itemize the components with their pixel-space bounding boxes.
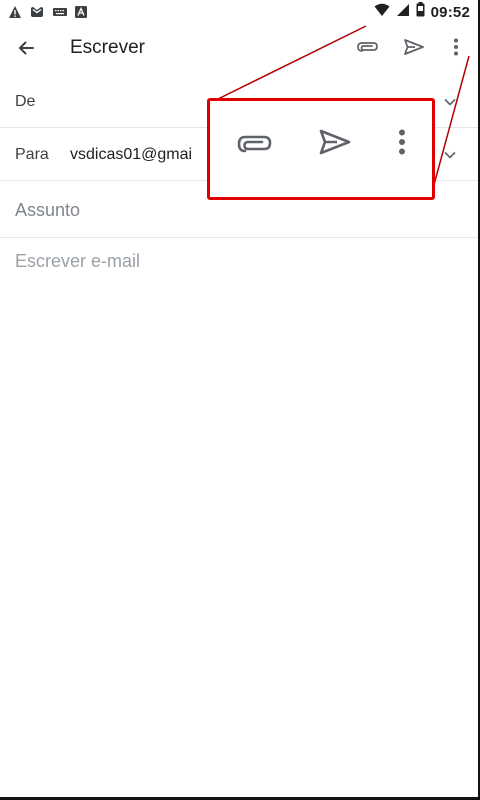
send-button[interactable] [401, 34, 427, 60]
to-label: Para [15, 146, 49, 163]
from-label: De [15, 93, 36, 110]
clock: 09:52 [430, 3, 470, 21]
subject-input[interactable] [15, 198, 455, 222]
app-bar: Escrever [0, 24, 480, 72]
attach-icon [357, 42, 378, 52]
gmail-icon [30, 5, 44, 19]
more-options-button[interactable] [443, 34, 469, 60]
battery-icon [416, 2, 425, 22]
zoomed-send-button [316, 123, 354, 161]
chevron-down-icon [444, 98, 456, 106]
zoom-callout [207, 98, 435, 200]
body-input[interactable] [15, 251, 465, 771]
zoomed-attach-button [236, 125, 274, 163]
from-expand-button[interactable] [440, 92, 460, 112]
wifi-icon [374, 3, 390, 22]
system-icons: 09:52 [374, 2, 470, 22]
attach-button[interactable] [355, 34, 381, 60]
send-icon [404, 39, 424, 55]
warning-icon [8, 5, 22, 19]
keyboard-icon [52, 5, 67, 19]
notification-icons [8, 4, 88, 20]
arrow-back-icon [19, 41, 34, 55]
send-icon [319, 129, 351, 155]
page-title: Escrever [70, 37, 145, 58]
to-expand-button[interactable] [440, 145, 460, 165]
more-vert-icon [454, 38, 458, 56]
back-button[interactable] [12, 34, 40, 62]
recipient-chip[interactable]: vsdicas01@gmai [70, 146, 192, 164]
chevron-down-icon [444, 151, 456, 159]
signal-icon [396, 3, 410, 22]
status-bar: 09:52 [0, 0, 480, 24]
app-icon [74, 5, 88, 19]
zoomed-more-button [390, 123, 414, 161]
attach-icon [237, 135, 272, 153]
more-vert-icon [399, 129, 405, 155]
